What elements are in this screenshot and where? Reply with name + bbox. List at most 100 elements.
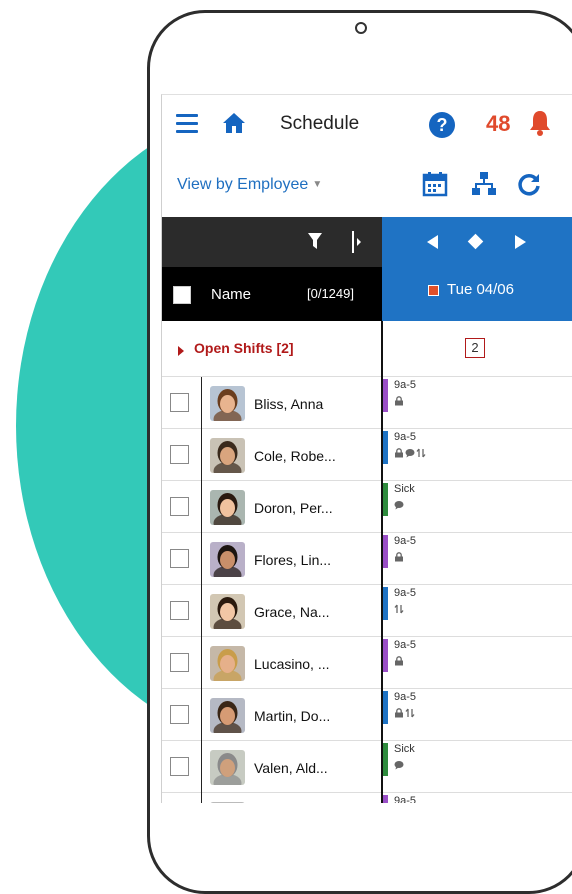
avatar xyxy=(210,698,245,733)
employee-name[interactable]: Martin, Do... xyxy=(254,708,330,724)
avatar xyxy=(210,646,245,681)
shift-label[interactable]: 9a-5 xyxy=(394,379,416,391)
row-checkbox[interactable] xyxy=(170,393,189,412)
row-divider xyxy=(201,741,202,793)
row-checkbox[interactable] xyxy=(170,445,189,464)
select-all-checkbox[interactable] xyxy=(173,286,191,304)
row-divider xyxy=(201,429,202,481)
row-divider xyxy=(201,585,202,637)
refresh-icon[interactable] xyxy=(516,171,542,197)
lock-icon xyxy=(394,653,404,666)
row-checkbox[interactable] xyxy=(170,653,189,672)
employee-name[interactable]: Grace, Na... xyxy=(254,604,329,620)
lock-icon xyxy=(394,705,404,718)
shift-bar xyxy=(383,379,388,412)
help-icon[interactable]: ? xyxy=(429,112,455,138)
comment-icon xyxy=(394,497,404,510)
next-icon[interactable] xyxy=(515,235,526,249)
shift-bar xyxy=(383,639,388,672)
shift-label[interactable]: 9a-5 xyxy=(394,535,416,547)
shift-bar xyxy=(383,587,388,620)
row-divider xyxy=(201,377,202,429)
lock-icon xyxy=(394,445,404,458)
org-chart-icon[interactable] xyxy=(471,171,497,197)
lock-icon xyxy=(394,549,404,562)
row-checkbox[interactable] xyxy=(170,757,189,776)
employee-row[interactable]: Cole, Robe... 9a-5 xyxy=(162,429,572,481)
open-shifts-count[interactable]: 2 xyxy=(465,338,485,358)
split-view-icon[interactable] xyxy=(352,231,362,253)
employee-row[interactable]: 9a-5 xyxy=(162,793,572,803)
shift-bar xyxy=(383,743,388,776)
app-screen: Schedule ? 48 View by Employee ▼ Name [0… xyxy=(161,94,572,803)
employee-row[interactable]: Lucasino, ... 9a-5 xyxy=(162,637,572,689)
employee-toolbar xyxy=(162,217,382,267)
date-header: Tue 04/06 xyxy=(382,217,572,321)
row-divider xyxy=(201,481,202,533)
previous-icon[interactable] xyxy=(427,235,438,249)
row-divider xyxy=(201,637,202,689)
top-bar: Schedule ? 48 xyxy=(162,95,572,155)
employee-row[interactable]: Grace, Na... 9a-5 xyxy=(162,585,572,637)
shift-label[interactable]: Sick xyxy=(394,743,415,755)
shift-label[interactable]: Sick xyxy=(394,483,415,495)
row-checkbox[interactable] xyxy=(170,601,189,620)
avatar xyxy=(210,750,245,785)
filter-icon[interactable] xyxy=(308,233,322,249)
employee-row[interactable]: Bliss, Anna 9a-5 xyxy=(162,377,572,429)
shift-label[interactable]: 9a-5 xyxy=(394,587,416,599)
employee-count: [0/1249] xyxy=(307,286,354,301)
employee-name[interactable]: Bliss, Anna xyxy=(254,396,323,412)
notification-count[interactable]: 48 xyxy=(486,111,510,137)
calendar-icon[interactable] xyxy=(422,171,448,197)
shift-label[interactable]: 9a-5 xyxy=(394,431,416,443)
avatar xyxy=(210,386,245,421)
swap-icon xyxy=(394,601,404,614)
shift-bar xyxy=(383,483,388,516)
avatar xyxy=(210,542,245,577)
name-column-header: Name [0/1249] xyxy=(162,267,382,321)
lock-icon xyxy=(394,393,404,406)
shift-bar xyxy=(383,535,388,568)
employee-row[interactable]: Flores, Lin... 9a-5 xyxy=(162,533,572,585)
chevron-down-icon: ▼ xyxy=(312,179,323,190)
shift-bar xyxy=(383,431,388,464)
column-divider xyxy=(381,321,383,803)
employee-name[interactable]: Cole, Robe... xyxy=(254,448,336,464)
expand-icon[interactable] xyxy=(178,346,184,356)
employee-name[interactable]: Flores, Lin... xyxy=(254,552,331,568)
comment-icon xyxy=(394,757,404,770)
shift-label[interactable]: 9a-5 xyxy=(394,639,416,651)
page-title: Schedule xyxy=(280,113,360,134)
view-dropdown[interactable]: View by Employee ▼ xyxy=(177,176,322,194)
row-divider xyxy=(201,689,202,741)
avatar xyxy=(210,802,245,803)
row-checkbox[interactable] xyxy=(170,705,189,724)
employee-name[interactable]: Valen, Ald... xyxy=(254,760,328,776)
employee-row[interactable]: Martin, Do... 9a-5 xyxy=(162,689,572,741)
date-marker-icon xyxy=(428,285,439,296)
row-divider xyxy=(201,793,202,803)
row-checkbox[interactable] xyxy=(170,549,189,568)
employee-row[interactable]: Valen, Ald... Sick xyxy=(162,741,572,793)
name-header-label: Name xyxy=(211,286,252,303)
view-dropdown-label: View by Employee xyxy=(177,176,309,193)
home-icon[interactable] xyxy=(222,112,246,134)
view-bar: View by Employee ▼ xyxy=(162,155,572,217)
employee-name[interactable]: Lucasino, ... xyxy=(254,656,330,672)
menu-icon[interactable] xyxy=(176,113,198,135)
comment-icon xyxy=(405,445,415,458)
avatar xyxy=(210,438,245,473)
swap-icon xyxy=(405,705,415,718)
avatar xyxy=(210,594,245,629)
employee-row[interactable]: Doron, Per... Sick xyxy=(162,481,572,533)
shift-bar xyxy=(383,795,388,803)
employee-name[interactable]: Doron, Per... xyxy=(254,500,333,516)
row-checkbox[interactable] xyxy=(170,497,189,516)
today-icon[interactable] xyxy=(467,233,484,250)
shift-label[interactable]: 9a-5 xyxy=(394,795,416,803)
bell-icon[interactable] xyxy=(528,109,552,137)
open-shifts-label[interactable]: Open Shifts [2] xyxy=(194,340,294,356)
open-shifts-row[interactable]: Open Shifts [2] 2 xyxy=(162,321,572,377)
shift-label[interactable]: 9a-5 xyxy=(394,691,416,703)
